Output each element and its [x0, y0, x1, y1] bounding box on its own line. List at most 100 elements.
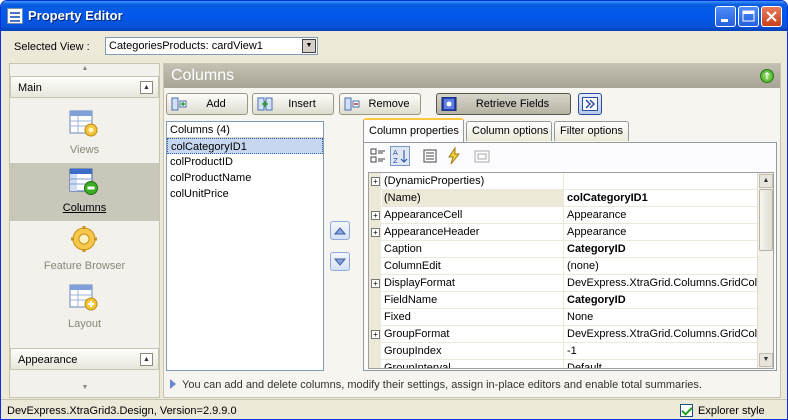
- hint-bar: You can add and delete columns, modify t…: [164, 375, 780, 397]
- expand-plus-icon[interactable]: +: [371, 330, 380, 339]
- nav-item-feature-browser[interactable]: Feature Browser: [10, 221, 159, 279]
- svg-text:Z: Z: [393, 157, 398, 165]
- property-grid[interactable]: + (DynamicProperties) (Name) colCategoryID1…: [368, 172, 774, 369]
- title-bar[interactable]: Property Editor: [1, 1, 787, 31]
- expand-plus-icon[interactable]: +: [371, 279, 380, 288]
- nav-item-views[interactable]: Views: [10, 105, 159, 163]
- list-item[interactable]: colProductID: [167, 154, 323, 170]
- property-row[interactable]: + AppearanceCell Appearance: [369, 207, 759, 224]
- property-row[interactable]: (Name) colCategoryID1: [369, 190, 759, 207]
- categorized-icon[interactable]: [368, 146, 388, 166]
- nav-item-label: Views: [69, 144, 100, 156]
- layout-icon: [69, 284, 98, 311]
- property-value[interactable]: Appearance: [564, 207, 759, 224]
- selected-view-value: CategoriesProducts: cardView1: [109, 40, 263, 52]
- move-down-button[interactable]: [330, 252, 350, 271]
- chevron-down-icon[interactable]: ▼: [302, 39, 316, 53]
- list-item[interactable]: colProductName: [167, 170, 323, 186]
- row-gutter: [369, 360, 381, 368]
- retrieve-fields-button[interactable]: Retrieve Fields: [436, 93, 571, 115]
- collapse-icon[interactable]: ▲: [140, 353, 153, 366]
- property-row[interactable]: + AppearanceHeader Appearance: [369, 224, 759, 241]
- nav-item-label: Feature Browser: [43, 260, 126, 272]
- property-name: ColumnEdit: [382, 258, 564, 275]
- property-value[interactable]: colCategoryID1: [564, 190, 759, 207]
- page-title: Columns: [171, 67, 235, 84]
- property-row[interactable]: Caption CategoryID: [369, 241, 759, 258]
- page-title-bar: Columns ⇡: [164, 64, 780, 88]
- columns-list-header: Columns (4): [167, 122, 323, 138]
- nav-item-label: Columns: [62, 202, 107, 214]
- property-value[interactable]: Default: [564, 360, 759, 368]
- nav-scroll-up-icon[interactable]: ▲: [70, 65, 100, 72]
- row-gutter: [369, 241, 381, 258]
- columns-list[interactable]: Columns (4) colCategoryID1 colProductID …: [166, 121, 324, 371]
- move-up-button[interactable]: [330, 221, 350, 240]
- row-gutter: +: [369, 224, 381, 241]
- maximize-button[interactable]: [738, 6, 759, 27]
- row-gutter: [369, 292, 381, 309]
- property-row[interactable]: GroupInterval Default: [369, 360, 759, 368]
- scroll-up-icon[interactable]: ▲: [759, 174, 773, 188]
- property-name: AppearanceCell: [382, 207, 564, 224]
- property-value[interactable]: CategoryID: [564, 292, 759, 309]
- collapse-icon[interactable]: ▲: [140, 81, 153, 94]
- nav-scroll-down-icon[interactable]: ▼: [70, 384, 100, 391]
- alphabetical-sort-button[interactable]: A Z: [390, 146, 410, 166]
- nav-item-columns[interactable]: Columns: [10, 163, 159, 221]
- property-row[interactable]: FieldName CategoryID: [369, 292, 759, 309]
- property-name: DisplayFormat: [382, 275, 564, 292]
- property-name: Fixed: [382, 309, 564, 326]
- property-value[interactable]: (none): [564, 258, 759, 275]
- property-value[interactable]: DevExpress.XtraGrid.Columns.GridColun: [564, 275, 759, 292]
- expand-plus-icon[interactable]: +: [371, 228, 380, 237]
- expand-plus-icon[interactable]: +: [371, 211, 380, 220]
- events-icon[interactable]: [444, 146, 464, 166]
- property-value[interactable]: -1: [564, 343, 759, 360]
- list-item[interactable]: colUnitPrice: [167, 186, 323, 202]
- expand-plus-icon[interactable]: +: [371, 177, 380, 186]
- property-name: AppearanceHeader: [382, 224, 564, 241]
- property-value[interactable]: None: [564, 309, 759, 326]
- tab-column-options[interactable]: Column options: [466, 121, 552, 141]
- list-item[interactable]: colCategoryID1: [167, 138, 323, 154]
- property-editor-window: Property Editor Selected View : Categori…: [0, 0, 788, 420]
- property-grid-scrollbar[interactable]: ▲ ▼: [757, 173, 773, 368]
- explorer-style-checkbox[interactable]: [680, 404, 693, 417]
- close-button[interactable]: [761, 6, 782, 27]
- property-row[interactable]: GroupIndex -1: [369, 343, 759, 360]
- remove-button[interactable]: Remove: [339, 93, 421, 115]
- properties-icon[interactable]: [420, 146, 440, 166]
- nav-group-main[interactable]: Main ▲: [10, 76, 159, 98]
- minimize-button[interactable]: [715, 6, 736, 27]
- property-row[interactable]: + GroupFormat DevExpress.XtraGrid.Columns.…: [369, 326, 759, 343]
- nav-group-appearance[interactable]: Appearance ▲: [10, 348, 159, 370]
- property-value[interactable]: DevExpress.XtraGrid.Columns.GridColun: [564, 326, 759, 343]
- property-value[interactable]: [564, 173, 759, 190]
- explorer-style-label: Explorer style: [698, 405, 765, 417]
- nav-item-layout[interactable]: Layout: [10, 279, 159, 337]
- scroll-thumb[interactable]: [759, 189, 773, 251]
- property-name: GroupFormat: [382, 326, 564, 343]
- collapse-panel-icon[interactable]: ⇡: [760, 69, 774, 83]
- tab-column-properties[interactable]: Column properties: [363, 118, 464, 142]
- property-value[interactable]: CategoryID: [564, 241, 759, 258]
- selected-view-combo[interactable]: CategoriesProducts: cardView1 ▼: [105, 37, 318, 55]
- sort-az-icon: A Z: [393, 149, 408, 165]
- retrieve-fields-label: Retrieve Fields: [475, 98, 550, 110]
- property-row[interactable]: Fixed None: [369, 309, 759, 326]
- add-button[interactable]: Add: [166, 93, 248, 115]
- tab-filter-options[interactable]: Filter options: [554, 121, 629, 141]
- scroll-down-icon[interactable]: ▼: [759, 353, 773, 367]
- nav-panel: ▲ Main ▲ Views Columns Feature Browser L…: [9, 63, 160, 398]
- property-row[interactable]: + (DynamicProperties): [369, 173, 759, 190]
- double-chevron-right-icon: [582, 97, 598, 111]
- property-row[interactable]: ColumnEdit (none): [369, 258, 759, 275]
- property-pages-icon[interactable]: [472, 146, 492, 166]
- insert-button[interactable]: Insert: [252, 93, 334, 115]
- expand-panel-button[interactable]: [578, 93, 602, 115]
- property-row[interactable]: + DisplayFormat DevExpress.XtraGrid.Column…: [369, 275, 759, 292]
- app-icon: [7, 8, 23, 24]
- property-value[interactable]: Appearance: [564, 224, 759, 241]
- property-name: GroupIndex: [382, 343, 564, 360]
